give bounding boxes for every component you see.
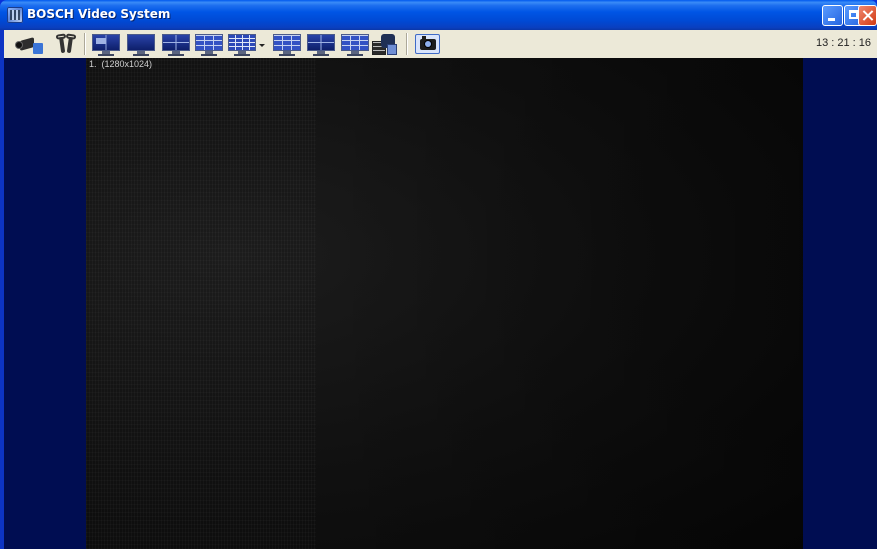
workspace-margin-right <box>803 58 877 549</box>
layout-quad-2-icon[interactable] <box>306 32 336 56</box>
close-button[interactable] <box>858 5 877 26</box>
snapshot-icon[interactable] <box>414 32 442 56</box>
toolbar-separator <box>84 33 85 55</box>
layout-split-icon[interactable] <box>272 32 302 56</box>
layout-single-icon[interactable] <box>126 32 156 56</box>
video-pane-1[interactable]: 1. (1280x1024) <box>86 58 803 549</box>
layout-16-icon[interactable] <box>227 32 257 56</box>
layout-quad-icon[interactable] <box>161 32 191 56</box>
workspace-margin-left <box>4 58 86 549</box>
playback-archive-icon[interactable] <box>372 32 398 56</box>
monitor-workspace: 1. (1280x1024) <box>4 58 877 549</box>
bosch-app-icon[interactable] <box>7 7 23 23</box>
tools-icon[interactable] <box>54 32 78 56</box>
clock: 13 : 21 : 16 <box>815 37 871 49</box>
layout-9-2-icon[interactable] <box>340 32 370 56</box>
minimize-button[interactable] <box>822 5 843 26</box>
video-pane-label: 1. (1280x1024) <box>89 59 153 69</box>
camera-config-icon[interactable] <box>16 32 44 56</box>
window-title: BOSCH Video System <box>27 7 171 21</box>
toolbar: 13 : 21 : 16 <box>4 30 877 59</box>
toolbar-separator <box>406 33 407 55</box>
layout-9-icon[interactable] <box>194 32 224 56</box>
title-bar[interactable]: BOSCH Video System <box>0 0 877 30</box>
layout-dual-pip-icon[interactable] <box>91 32 121 56</box>
main-window: BOSCH Video System 13 : 21 : 16 1. (1280… <box>0 0 877 549</box>
layout-dropdown-icon[interactable] <box>258 32 266 56</box>
